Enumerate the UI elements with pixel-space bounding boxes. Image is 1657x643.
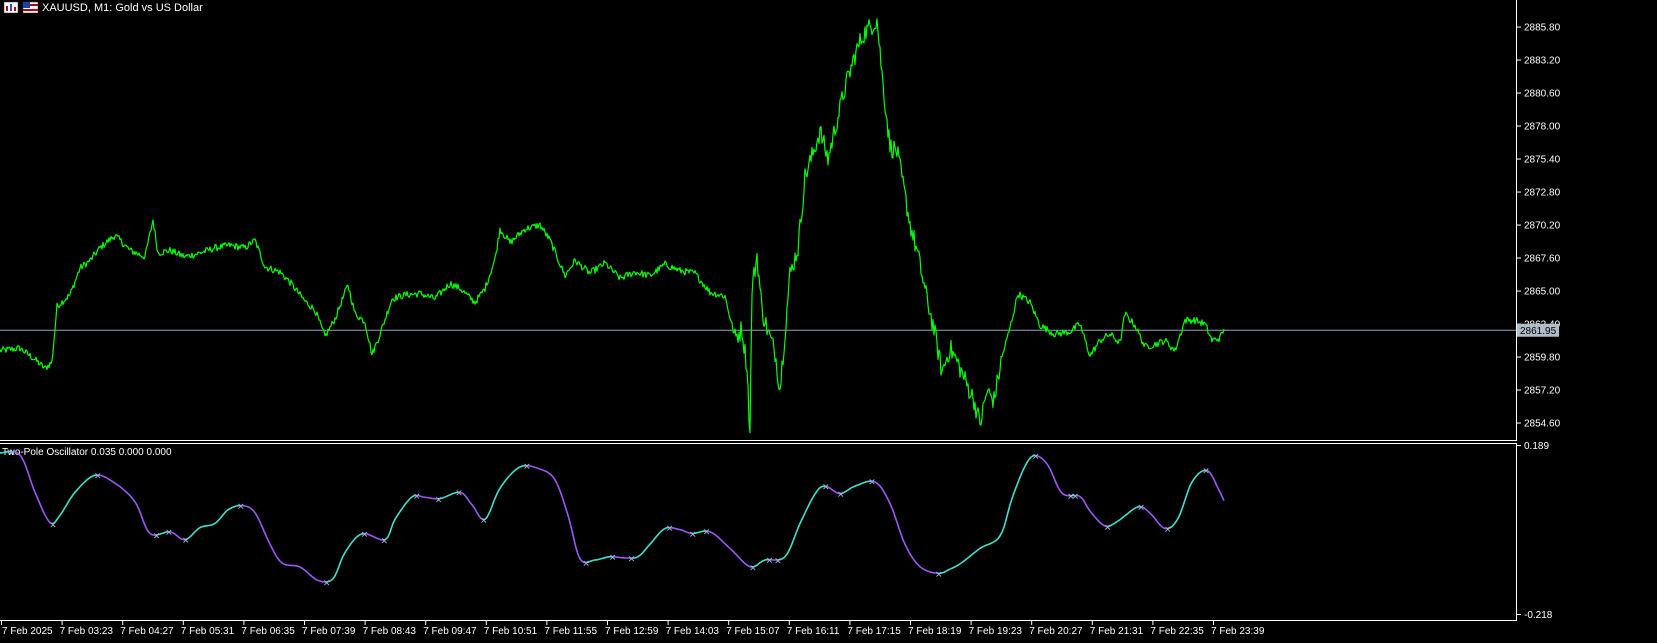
symbol-flag-icon: [22, 1, 39, 14]
chart-canvas[interactable]: XAUUSD, M1: Gold vs US Dollar 2885.80288…: [0, 0, 1657, 643]
bar-chart-icon: [3, 1, 19, 14]
oscillator-segment: [482, 464, 527, 521]
time-axis-ticks: 7 Feb 2025 7 Feb 03:23 7 Feb 04:27 7 Feb 05…: [1, 620, 1265, 637]
current-price-tag-text: 2861.95: [1520, 326, 1557, 337]
time-tick-label: 7 Feb 15:07: [726, 626, 780, 637]
signal-cross-icon: ✕: [689, 530, 697, 540]
time-tick-label: 7 Feb 17:15: [847, 626, 901, 637]
indicator-max-label: 0.189: [1524, 441, 1549, 452]
time-tick-label: 7 Feb 14:03: [666, 626, 720, 637]
signal-cross-icon: ✕: [455, 489, 463, 499]
oscillator-segment: [839, 480, 872, 495]
oscillator-segment: [705, 530, 753, 568]
time-tick-label: 7 Feb 18:19: [908, 626, 962, 637]
oscillator-segment: [871, 480, 939, 575]
oscillator-segment: [938, 454, 1036, 575]
indicator-label: Two-Pole Oscillator 0.035 0.000 0.000: [2, 447, 172, 458]
time-tick-label: 7 Feb 19:23: [969, 626, 1023, 637]
signal-cross-icon: ✕: [1071, 492, 1079, 502]
signal-cross-icon: ✕: [182, 537, 190, 547]
signal-cross-icon: ✕: [766, 557, 774, 567]
signal-cross-icon: ✕: [628, 555, 636, 565]
time-tick-label: 7 Feb 05:31: [181, 626, 235, 637]
chart-title: XAUUSD, M1: Gold vs US Dollar: [42, 2, 203, 14]
price-tick-label: 2883.20: [1524, 56, 1561, 67]
signal-cross-icon: ✕: [1164, 526, 1172, 536]
signal-cross-icon: ✕: [381, 537, 389, 547]
time-tick-label: 7 Feb 03:23: [60, 626, 114, 637]
time-tick-label: 7 Feb 20:27: [1029, 626, 1083, 637]
signal-cross-icon: ✕: [49, 521, 57, 531]
signal-cross-icon: ✕: [413, 492, 421, 502]
signal-cross-icon: ✕: [165, 529, 173, 539]
signal-cross-icon: ✕: [774, 557, 782, 567]
oscillator-segment: [1074, 494, 1108, 528]
signal-cross-icon: ✕: [480, 517, 488, 527]
price-tick-label: 2854.60: [1524, 419, 1561, 430]
current-price-tag: 2861.95: [1517, 323, 1559, 337]
price-tick-label: 2857.20: [1524, 386, 1561, 397]
price-tick-label: 2859.80: [1524, 353, 1561, 364]
time-tick-label: 7 Feb 2025: [2, 626, 53, 637]
time-tick-label: 7 Feb 16:11: [787, 626, 840, 637]
time-tick-label: 7 Feb 12:59: [605, 626, 659, 637]
oscillator-segment: [526, 464, 586, 564]
time-tick-label: 7 Feb 11:55: [544, 626, 597, 637]
signal-cross-icon: ✕: [703, 528, 711, 538]
oscillator-segment: [1034, 454, 1071, 497]
signal-cross-icon: ✕: [1202, 467, 1210, 477]
price-tick-label: 2875.40: [1524, 155, 1561, 166]
time-tick-label: 7 Feb 04:27: [120, 626, 174, 637]
time-tick-label: 7 Feb 08:43: [363, 626, 417, 637]
time-tick-label: 7 Feb 23:39: [1211, 626, 1265, 637]
signal-cross-icon: ✕: [609, 554, 617, 564]
price-axis-ticks: 2885.80 2883.20 2880.60 2878.00 2875.40 2872.…: [1517, 23, 1561, 430]
oscillator-segment: [630, 526, 669, 559]
time-tick-label: 7 Feb 07:39: [302, 626, 356, 637]
oscillator-segment: [383, 494, 417, 541]
oscillator-segment: [96, 474, 156, 536]
signal-cross-icon: ✕: [361, 531, 369, 541]
oscillator-segment: [51, 474, 98, 525]
signal-cross-icon: ✕: [1032, 452, 1040, 462]
price-line: [0, 18, 1225, 434]
indicator-min-label: -0.218: [1524, 610, 1553, 621]
signal-cross-icon: ✕: [749, 564, 757, 574]
price-tick-label: 2865.00: [1524, 287, 1561, 298]
signal-cross-icon: ✕: [935, 570, 943, 580]
time-tick-label: 7 Feb 09:47: [423, 626, 477, 637]
signal-cross-icon: ✕: [435, 496, 443, 506]
price-tick-label: 2885.80: [1524, 23, 1561, 34]
signal-cross-icon: ✕: [868, 478, 876, 488]
price-tick-label: 2878.00: [1524, 122, 1561, 133]
signal-cross-icon: ✕: [323, 579, 331, 589]
oscillator-segment: [184, 504, 241, 541]
price-tick-label: 2867.60: [1524, 254, 1561, 265]
oscillator-signal-markers: ✕✕✕✕ ✕✕✕✕✕✕✕ ✕✕✕✕✕✕ ✕✕✕ ✕✕✕ ✕✕✕✕✕✕✕✕✕✕✕✕: [8, 448, 1209, 589]
signal-cross-icon: ✕: [94, 472, 102, 482]
signal-cross-icon: ✕: [1137, 504, 1145, 514]
signal-cross-icon: ✕: [666, 525, 674, 535]
oscillator-segment: [1106, 505, 1141, 528]
oscillator-segment: [777, 485, 826, 561]
signal-cross-icon: ✕: [582, 560, 590, 570]
signal-cross-icon: ✕: [523, 463, 531, 473]
signal-cross-icon: ✕: [837, 491, 845, 501]
price-tick-label: 2872.80: [1524, 188, 1561, 199]
oscillator-segment: [1166, 469, 1206, 530]
signal-cross-icon: ✕: [153, 532, 161, 542]
signal-cross-icon: ✕: [1104, 523, 1112, 533]
price-tick-label: 2880.60: [1524, 89, 1561, 100]
price-tick-label: 2870.20: [1524, 221, 1561, 232]
time-tick-label: 7 Feb 21:31: [1090, 626, 1144, 637]
time-tick-label: 7 Feb 10:51: [484, 626, 538, 637]
oscillator-segment: [239, 504, 326, 583]
oscillator-segment: [11, 450, 53, 525]
time-tick-label: 7 Feb 06:35: [241, 626, 295, 637]
signal-cross-icon: ✕: [237, 503, 245, 513]
time-tick-label: 7 Feb 22:35: [1150, 626, 1204, 637]
signal-cross-icon: ✕: [8, 448, 16, 458]
signal-cross-icon: ✕: [822, 483, 830, 493]
oscillator-segment: [325, 532, 364, 583]
